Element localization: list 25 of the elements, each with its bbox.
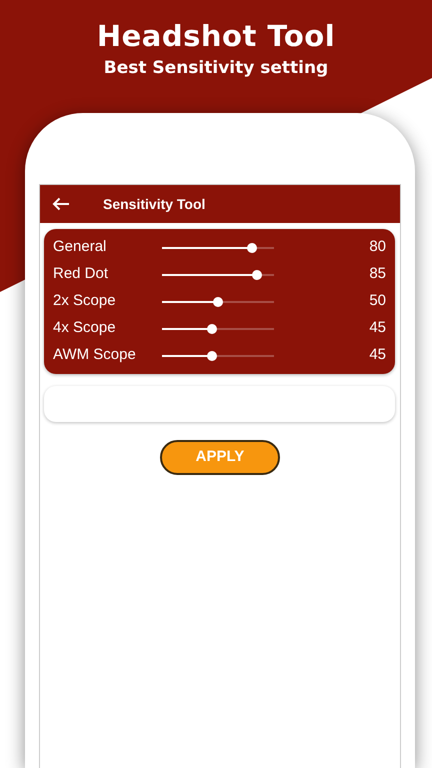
setting-value: 85 [369,264,386,284]
setting-label: General [53,237,108,258]
slider-thumb[interactable] [213,296,223,306]
slider-thumb[interactable] [246,242,257,252]
slider[interactable] [162,350,274,362]
slider-thumb[interactable] [207,350,218,360]
setting-value: 50 [369,291,386,312]
promo-subtitle: Best Sensitivity setting [102,60,330,77]
slider[interactable] [162,242,274,254]
slider-thumb[interactable] [207,324,218,334]
setting-label: 4x Scope [53,318,117,338]
slider[interactable] [162,268,274,280]
promo-title: Headshot Tool [96,18,336,51]
setting-value: 80 [369,237,386,258]
setting-value: 45 [369,345,386,366]
setting-label: AWM Scope [53,345,137,366]
apply-button[interactable]: APPLY [160,440,280,475]
setting-value: 45 [369,318,386,338]
setting-label: Red Dot [53,264,110,284]
setting-label: 2x Scope [53,291,117,312]
slider[interactable] [162,296,274,308]
slider-thumb[interactable] [252,270,262,280]
back-icon[interactable] [52,197,70,211]
app-bar-title: Sensitivity Tool [103,194,206,214]
slider[interactable] [162,322,274,334]
